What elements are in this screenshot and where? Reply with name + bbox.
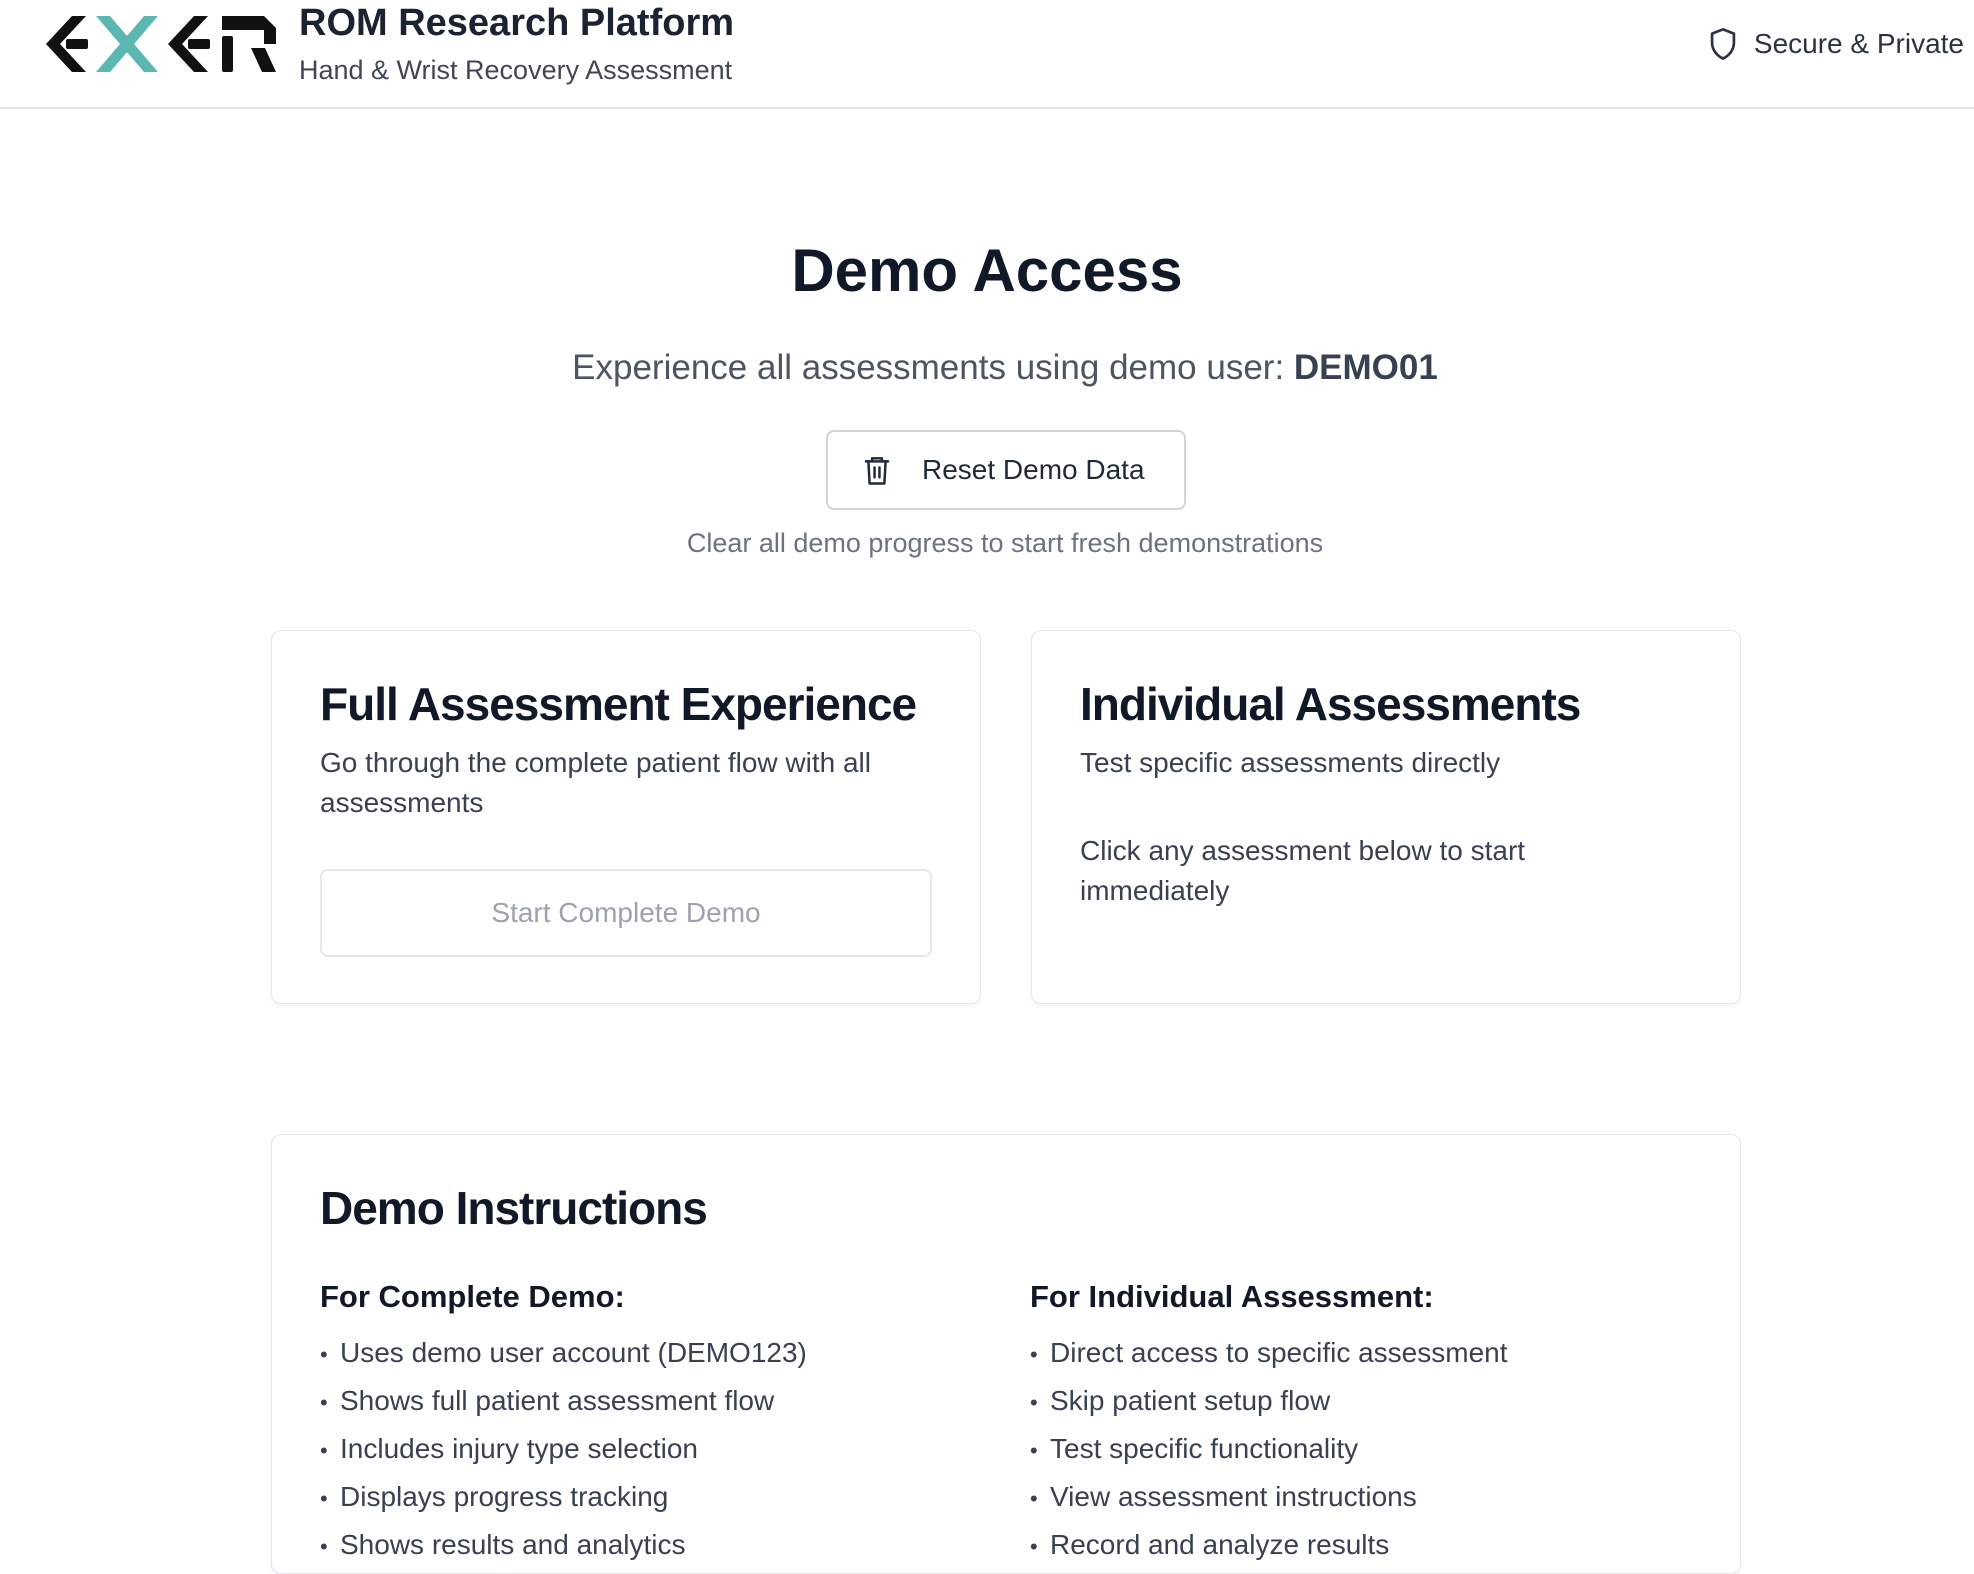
demo-instructions-title: Demo Instructions: [320, 1182, 708, 1234]
individual-assessment-list: Direct access to specific assessment Ski…: [1030, 1333, 1650, 1573]
reset-note: Clear all demo progress to start fresh d…: [686, 528, 1324, 558]
full-assessment-title: Full Assessment Experience: [320, 678, 917, 730]
complete-demo-column: For Complete Demo: Uses demo user accoun…: [320, 1279, 940, 1573]
list-item: Uses demo user account (DEMO123): [320, 1333, 940, 1381]
exer-logo[interactable]: [46, 10, 276, 78]
start-complete-demo-button[interactable]: Start Complete Demo: [320, 869, 932, 957]
list-item: Displays progress tracking: [320, 1477, 940, 1525]
full-assessment-card: Full Assessment Experience Go through th…: [271, 630, 981, 1004]
brand-subtitle: Hand & Wrist Recovery Assessment: [299, 55, 733, 85]
list-item: Shows full patient assessment flow: [320, 1381, 940, 1429]
demo-user-id: DEMO01: [1293, 348, 1438, 387]
list-item: Includes injury type selection: [320, 1429, 940, 1477]
page-title: Demo Access: [791, 237, 1183, 304]
list-item: Skip patient setup flow: [1030, 1381, 1650, 1429]
individual-assessments-title: Individual Assessments: [1080, 678, 1581, 730]
reset-demo-label: Reset Demo Data: [922, 454, 1145, 485]
individual-assessment-column: For Individual Assessment: Direct access…: [1030, 1279, 1650, 1573]
individual-assessment-heading: For Individual Assessment:: [1030, 1279, 1434, 1314]
app-header: ROM Research Platform Hand & Wrist Recov…: [0, 0, 1974, 109]
complete-demo-heading: For Complete Demo:: [320, 1279, 625, 1314]
shield-icon: [1710, 28, 1736, 60]
full-assessment-description: Go through the complete patient flow wit…: [320, 747, 871, 818]
reset-demo-button[interactable]: Reset Demo Data: [826, 430, 1186, 510]
hero-subtitle: Experience all assessments using demo us…: [0, 348, 1974, 388]
individual-assessments-card: Individual Assessments Test specific ass…: [1031, 630, 1741, 1004]
demo-instructions-card: Demo Instructions For Complete Demo: Use…: [271, 1134, 1741, 1574]
list-item: Direct access to specific assessment: [1030, 1333, 1650, 1381]
list-item: View assessment instructions: [1030, 1477, 1650, 1525]
secure-label: Secure & Private: [1753, 28, 1964, 59]
list-item: Record and analyze results: [1030, 1525, 1650, 1573]
complete-demo-list: Uses demo user account (DEMO123) Shows f…: [320, 1333, 940, 1573]
individual-assessments-hint: Click any assessment below to start imme…: [1080, 835, 1526, 906]
list-item: Shows results and analytics: [320, 1525, 940, 1573]
secure-badge: Secure & Private: [1708, 24, 1964, 64]
individual-assessments-description: Test specific assessments directly: [1080, 747, 1501, 778]
hero-subtitle-text: Experience all assessments using demo us…: [572, 348, 1285, 387]
trash-icon: [864, 457, 890, 485]
brand-title: ROM Research Platform: [299, 2, 735, 44]
list-item: Test specific functionality: [1030, 1429, 1650, 1477]
